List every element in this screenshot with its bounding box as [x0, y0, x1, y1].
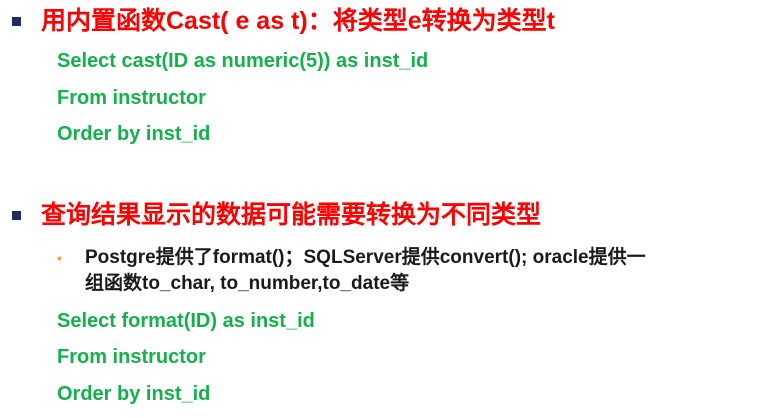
section2-code-line-3: Order by inst_id	[57, 383, 211, 405]
section2-code-line-2: From instructor	[57, 346, 206, 368]
section1-code-line-3: Order by inst_id	[57, 123, 211, 145]
section1-code-line-2: From instructor	[57, 87, 206, 109]
square-bullet-icon	[12, 16, 21, 26]
square-bullet-icon	[12, 210, 21, 220]
section2-code-line-1: Select format(ID) as inst_id	[57, 310, 315, 332]
section1-heading-text: 用内置函数Cast( e as t)：将类型e转换为类型t	[41, 7, 555, 35]
section2-bullet-line-2: 组函数to_char, to_number,to_date等	[85, 273, 410, 294]
section2-bullet-item: • Postgre提供了format()；SQLServer提供convert(…	[57, 245, 752, 297]
section2-bullet-text: Postgre提供了format()；SQLServer提供convert();…	[85, 245, 646, 297]
section1-code-line-1: Select cast(ID as numeric(5)) as inst_id	[57, 50, 429, 72]
section2-heading-text: 查询结果显示的数据可能需要转换为不同类型	[41, 201, 542, 229]
section2-heading: 查询结果显示的数据可能需要转换为不同类型	[12, 200, 541, 230]
section1-heading: 用内置函数Cast( e as t)：将类型e转换为类型t	[12, 6, 555, 36]
dot-bullet-icon: •	[57, 250, 62, 266]
section2-bullet-line-1: Postgre提供了format()；SQLServer提供convert();…	[85, 247, 646, 268]
